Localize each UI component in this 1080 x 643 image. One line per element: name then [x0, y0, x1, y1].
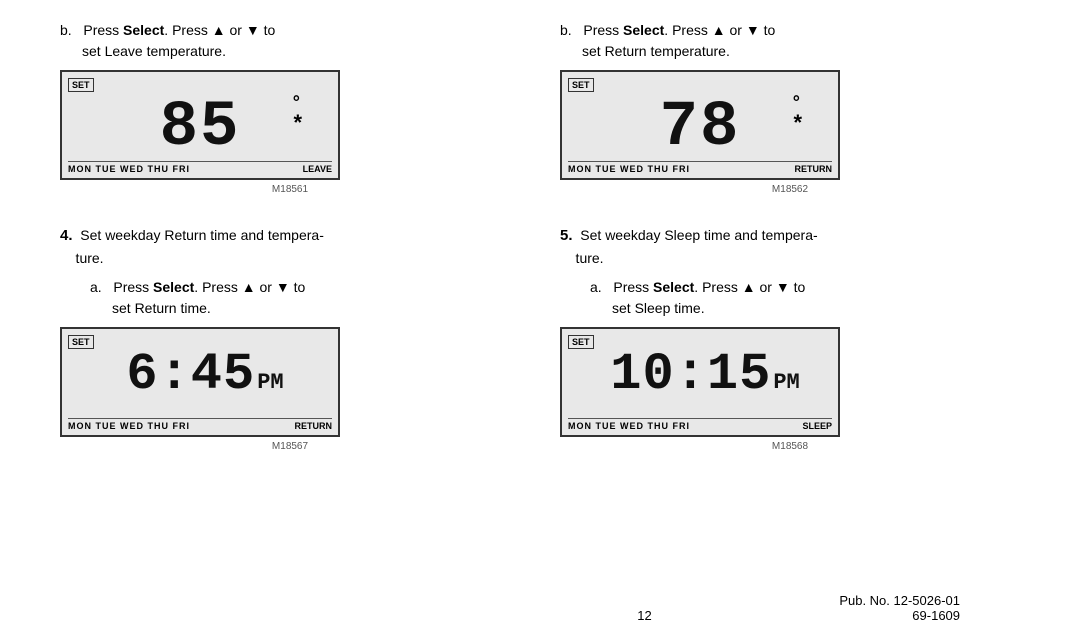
lcd-model-id: M18561: [60, 184, 520, 195]
sub-letter: b.: [60, 22, 72, 38]
arrow-down-icon: ▼: [276, 279, 290, 295]
lcd-mode: LEAVE: [303, 164, 332, 174]
step-4: 4. Set weekday Return time and tempera- …: [60, 225, 520, 269]
section-sleep-time: 5. Set weekday Sleep time and tempera- t…: [560, 225, 1020, 452]
page-number: 12: [450, 608, 840, 623]
lcd-model-id: M18567: [60, 441, 520, 452]
section-leave-temp: b. Press Select. Press ▲ or ▼ to set Lea…: [60, 20, 520, 195]
lcd-display-return-time: SET 6:45PM MON TUE WED THU FRI RETURN: [60, 327, 340, 437]
lcd-bottom-return: MON TUE WED THU FRI RETURN: [568, 161, 832, 174]
arrow-down-icon: ▼: [776, 279, 790, 295]
arrow-up-icon: ▲: [212, 22, 226, 38]
set-badge: SET: [568, 335, 594, 349]
lcd-bottom-return-time: MON TUE WED THU FRI RETURN: [68, 418, 332, 431]
section-return-temp: b. Press Select. Press ▲ or ▼ to set Ret…: [560, 20, 1020, 195]
lcd-container-leave: SET 85 ° * MON TUE WED THU FRI LEAVE M18…: [60, 70, 520, 195]
instruction-text: set Sleep time.: [612, 300, 705, 316]
instruction-text: set Return temperature.: [582, 43, 730, 59]
lcd-container-return-time: SET 6:45PM MON TUE WED THU FRI RETURN M1…: [60, 327, 520, 452]
sub-letter: b.: [560, 22, 572, 38]
arrow-down-icon: ▼: [246, 22, 260, 38]
lcd-display-return-temp: SET 78 ° * MON TUE WED THU FRI RETURN: [560, 70, 840, 180]
lcd-mode: RETURN: [295, 421, 333, 431]
step-number: 4.: [60, 227, 73, 244]
asterisk-symbol: *: [793, 110, 802, 136]
lcd-days: MON TUE WED THU FRI: [568, 164, 690, 174]
temp-display: 85: [160, 92, 241, 164]
page-footer: 12 Pub. No. 12-5026-01 69-1609: [0, 593, 1020, 623]
step-number: 5.: [560, 227, 573, 244]
page-content: b. Press Select. Press ▲ or ▼ to set Lea…: [0, 0, 1080, 472]
step-b-right-top: b. Press Select. Press ▲ or ▼ to set Ret…: [560, 20, 1020, 62]
instruction-text: set Return time.: [112, 300, 211, 316]
lcd-bottom-leave: MON TUE WED THU FRI LEAVE: [68, 161, 332, 174]
to-text: to: [264, 22, 276, 38]
set-badge: SET: [68, 78, 94, 92]
lcd-days: MON TUE WED THU FRI: [568, 421, 690, 431]
sub-step-a-right: a. Press Select. Press ▲ or ▼ to set Sle…: [590, 277, 1020, 319]
select-bold: Select: [153, 279, 194, 295]
arrow-up-icon: ▲: [742, 279, 756, 295]
temp-display: 78: [660, 92, 741, 164]
select-bold: Select: [623, 22, 664, 38]
arrow-up-icon: ▲: [242, 279, 256, 295]
lcd-days: MON TUE WED THU FRI: [68, 164, 190, 174]
section-return-time: 4. Set weekday Return time and tempera- …: [60, 225, 520, 452]
lcd-model-id: M18562: [560, 184, 1020, 195]
asterisk-symbol: *: [293, 110, 302, 136]
sub-letter: a.: [590, 279, 602, 295]
lcd-days: MON TUE WED THU FRI: [68, 421, 190, 431]
step-b-left-top: b. Press Select. Press ▲ or ▼ to set Lea…: [60, 20, 520, 62]
bottom-row: 4. Set weekday Return time and tempera- …: [60, 225, 1020, 452]
lcd-container-return-temp: SET 78 ° * MON TUE WED THU FRI RETURN M1…: [560, 70, 1020, 195]
select-bold: Select: [653, 279, 694, 295]
lcd-mode: RETURN: [795, 164, 833, 174]
pub-no-text: Pub. No. 12-5026-01: [839, 593, 960, 608]
to-text: to: [764, 22, 776, 38]
time-display: 6:45: [126, 345, 255, 404]
step-5: 5. Set weekday Sleep time and tempera- t…: [560, 225, 1020, 269]
set-badge: SET: [68, 335, 94, 349]
lcd-bottom-sleep: MON TUE WED THU FRI SLEEP: [568, 418, 832, 431]
time-display: 10:15: [610, 345, 771, 404]
arrow-up-icon: ▲: [712, 22, 726, 38]
to-text: to: [794, 279, 806, 295]
model-no-text: 69-1609: [839, 608, 960, 623]
instruction-text: set Leave temperature.: [82, 43, 226, 59]
pm-display: PM: [257, 370, 283, 395]
lcd-mode: SLEEP: [802, 421, 832, 431]
lcd-model-id: M18568: [560, 441, 1020, 452]
top-row: b. Press Select. Press ▲ or ▼ to set Lea…: [60, 20, 1020, 195]
set-badge: SET: [568, 78, 594, 92]
lcd-display-sleep: SET 10:15PM MON TUE WED THU FRI SLEEP: [560, 327, 840, 437]
sub-step-a-left: a. Press Select. Press ▲ or ▼ to set Ret…: [90, 277, 520, 319]
pm-display: PM: [773, 370, 799, 395]
sub-letter: a.: [90, 279, 102, 295]
to-text: to: [294, 279, 306, 295]
pub-number: Pub. No. 12-5026-01 69-1609: [839, 593, 960, 623]
lcd-display-leave: SET 85 ° * MON TUE WED THU FRI LEAVE: [60, 70, 340, 180]
arrow-down-icon: ▼: [746, 22, 760, 38]
select-bold: Select: [123, 22, 164, 38]
lcd-container-sleep: SET 10:15PM MON TUE WED THU FRI SLEEP M1…: [560, 327, 1020, 452]
